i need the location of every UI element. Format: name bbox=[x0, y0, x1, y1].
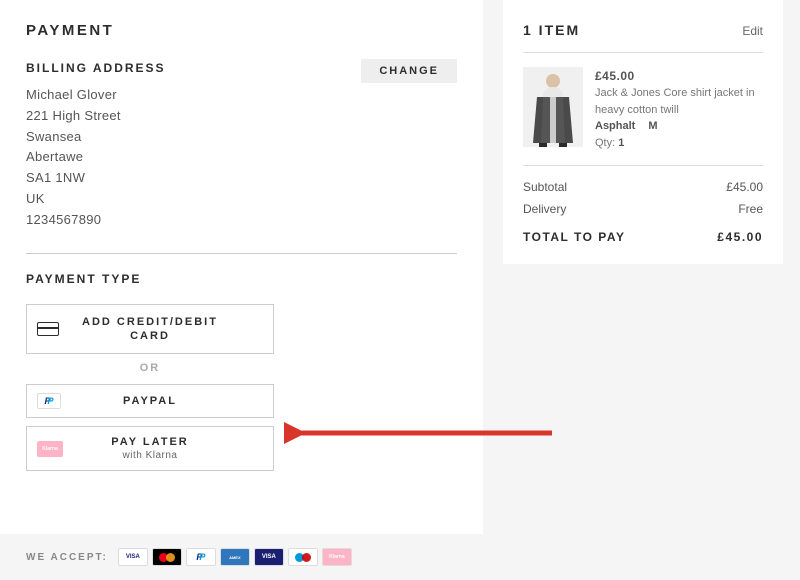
divider bbox=[26, 253, 457, 254]
address-line1: 221 High Street bbox=[26, 106, 457, 127]
subtotal-label: Subtotal bbox=[523, 180, 567, 194]
edit-bag-link[interactable]: Edit bbox=[742, 24, 763, 38]
delivery-value: Free bbox=[738, 202, 763, 216]
item-color: Asphalt bbox=[595, 120, 635, 132]
total-label: TOTAL TO PAY bbox=[523, 230, 625, 244]
total-value: £45.00 bbox=[717, 230, 763, 244]
change-address-button[interactable]: CHANGE bbox=[361, 59, 457, 83]
klarna-icon bbox=[322, 548, 352, 566]
paypal-icon bbox=[186, 548, 216, 566]
klarna-icon bbox=[37, 441, 67, 457]
address-name: Michael Glover bbox=[26, 85, 457, 106]
item-price: £45.00 bbox=[595, 67, 763, 85]
item-count: 1 ITEM bbox=[523, 22, 580, 38]
annotation-arrow-icon bbox=[284, 421, 554, 445]
payment-type-title: PAYMENT TYPE bbox=[26, 272, 457, 286]
delivery-label: Delivery bbox=[523, 202, 566, 216]
paypal-icon bbox=[37, 393, 67, 409]
address-locality: Abertawe bbox=[26, 147, 457, 168]
mastercard-icon bbox=[152, 548, 182, 566]
card-icon bbox=[37, 322, 67, 336]
subtotal-value: £45.00 bbox=[726, 180, 763, 194]
visa-debit-icon bbox=[254, 548, 284, 566]
add-card-label: ADD CREDIT/DEBIT CARD bbox=[67, 315, 263, 344]
paylater-label: PAY LATER bbox=[111, 436, 189, 448]
payment-title: PAYMENT bbox=[26, 22, 457, 39]
product-thumbnail bbox=[523, 67, 583, 147]
paypal-button[interactable]: PAYPAL bbox=[26, 384, 274, 418]
address-postcode: SA1 1NW bbox=[26, 168, 457, 189]
item-name: Jack & Jones Core shirt jacket in heavy … bbox=[595, 85, 763, 118]
address-phone: 1234567890 bbox=[26, 210, 457, 231]
address-country: UK bbox=[26, 189, 457, 210]
paypal-label: PAYPAL bbox=[67, 394, 263, 408]
item-qty-label: Qty: bbox=[595, 137, 615, 149]
bag-item: £45.00 Jack & Jones Core shirt jacket in… bbox=[523, 67, 763, 166]
we-accept-label: WE ACCEPT: bbox=[26, 552, 108, 563]
item-qty: 1 bbox=[618, 137, 624, 149]
maestro-icon bbox=[288, 548, 318, 566]
add-card-button[interactable]: ADD CREDIT/DEBIT CARD bbox=[26, 304, 274, 355]
payment-methods-row bbox=[118, 548, 352, 566]
item-size: M bbox=[648, 120, 657, 132]
address-city: Swansea bbox=[26, 127, 457, 148]
amex-icon bbox=[220, 548, 250, 566]
klarna-paylater-button[interactable]: PAY LATER with Klarna bbox=[26, 426, 274, 471]
or-separator: OR bbox=[26, 362, 274, 374]
visa-icon bbox=[118, 548, 148, 566]
paylater-sublabel: with Klarna bbox=[67, 449, 233, 462]
